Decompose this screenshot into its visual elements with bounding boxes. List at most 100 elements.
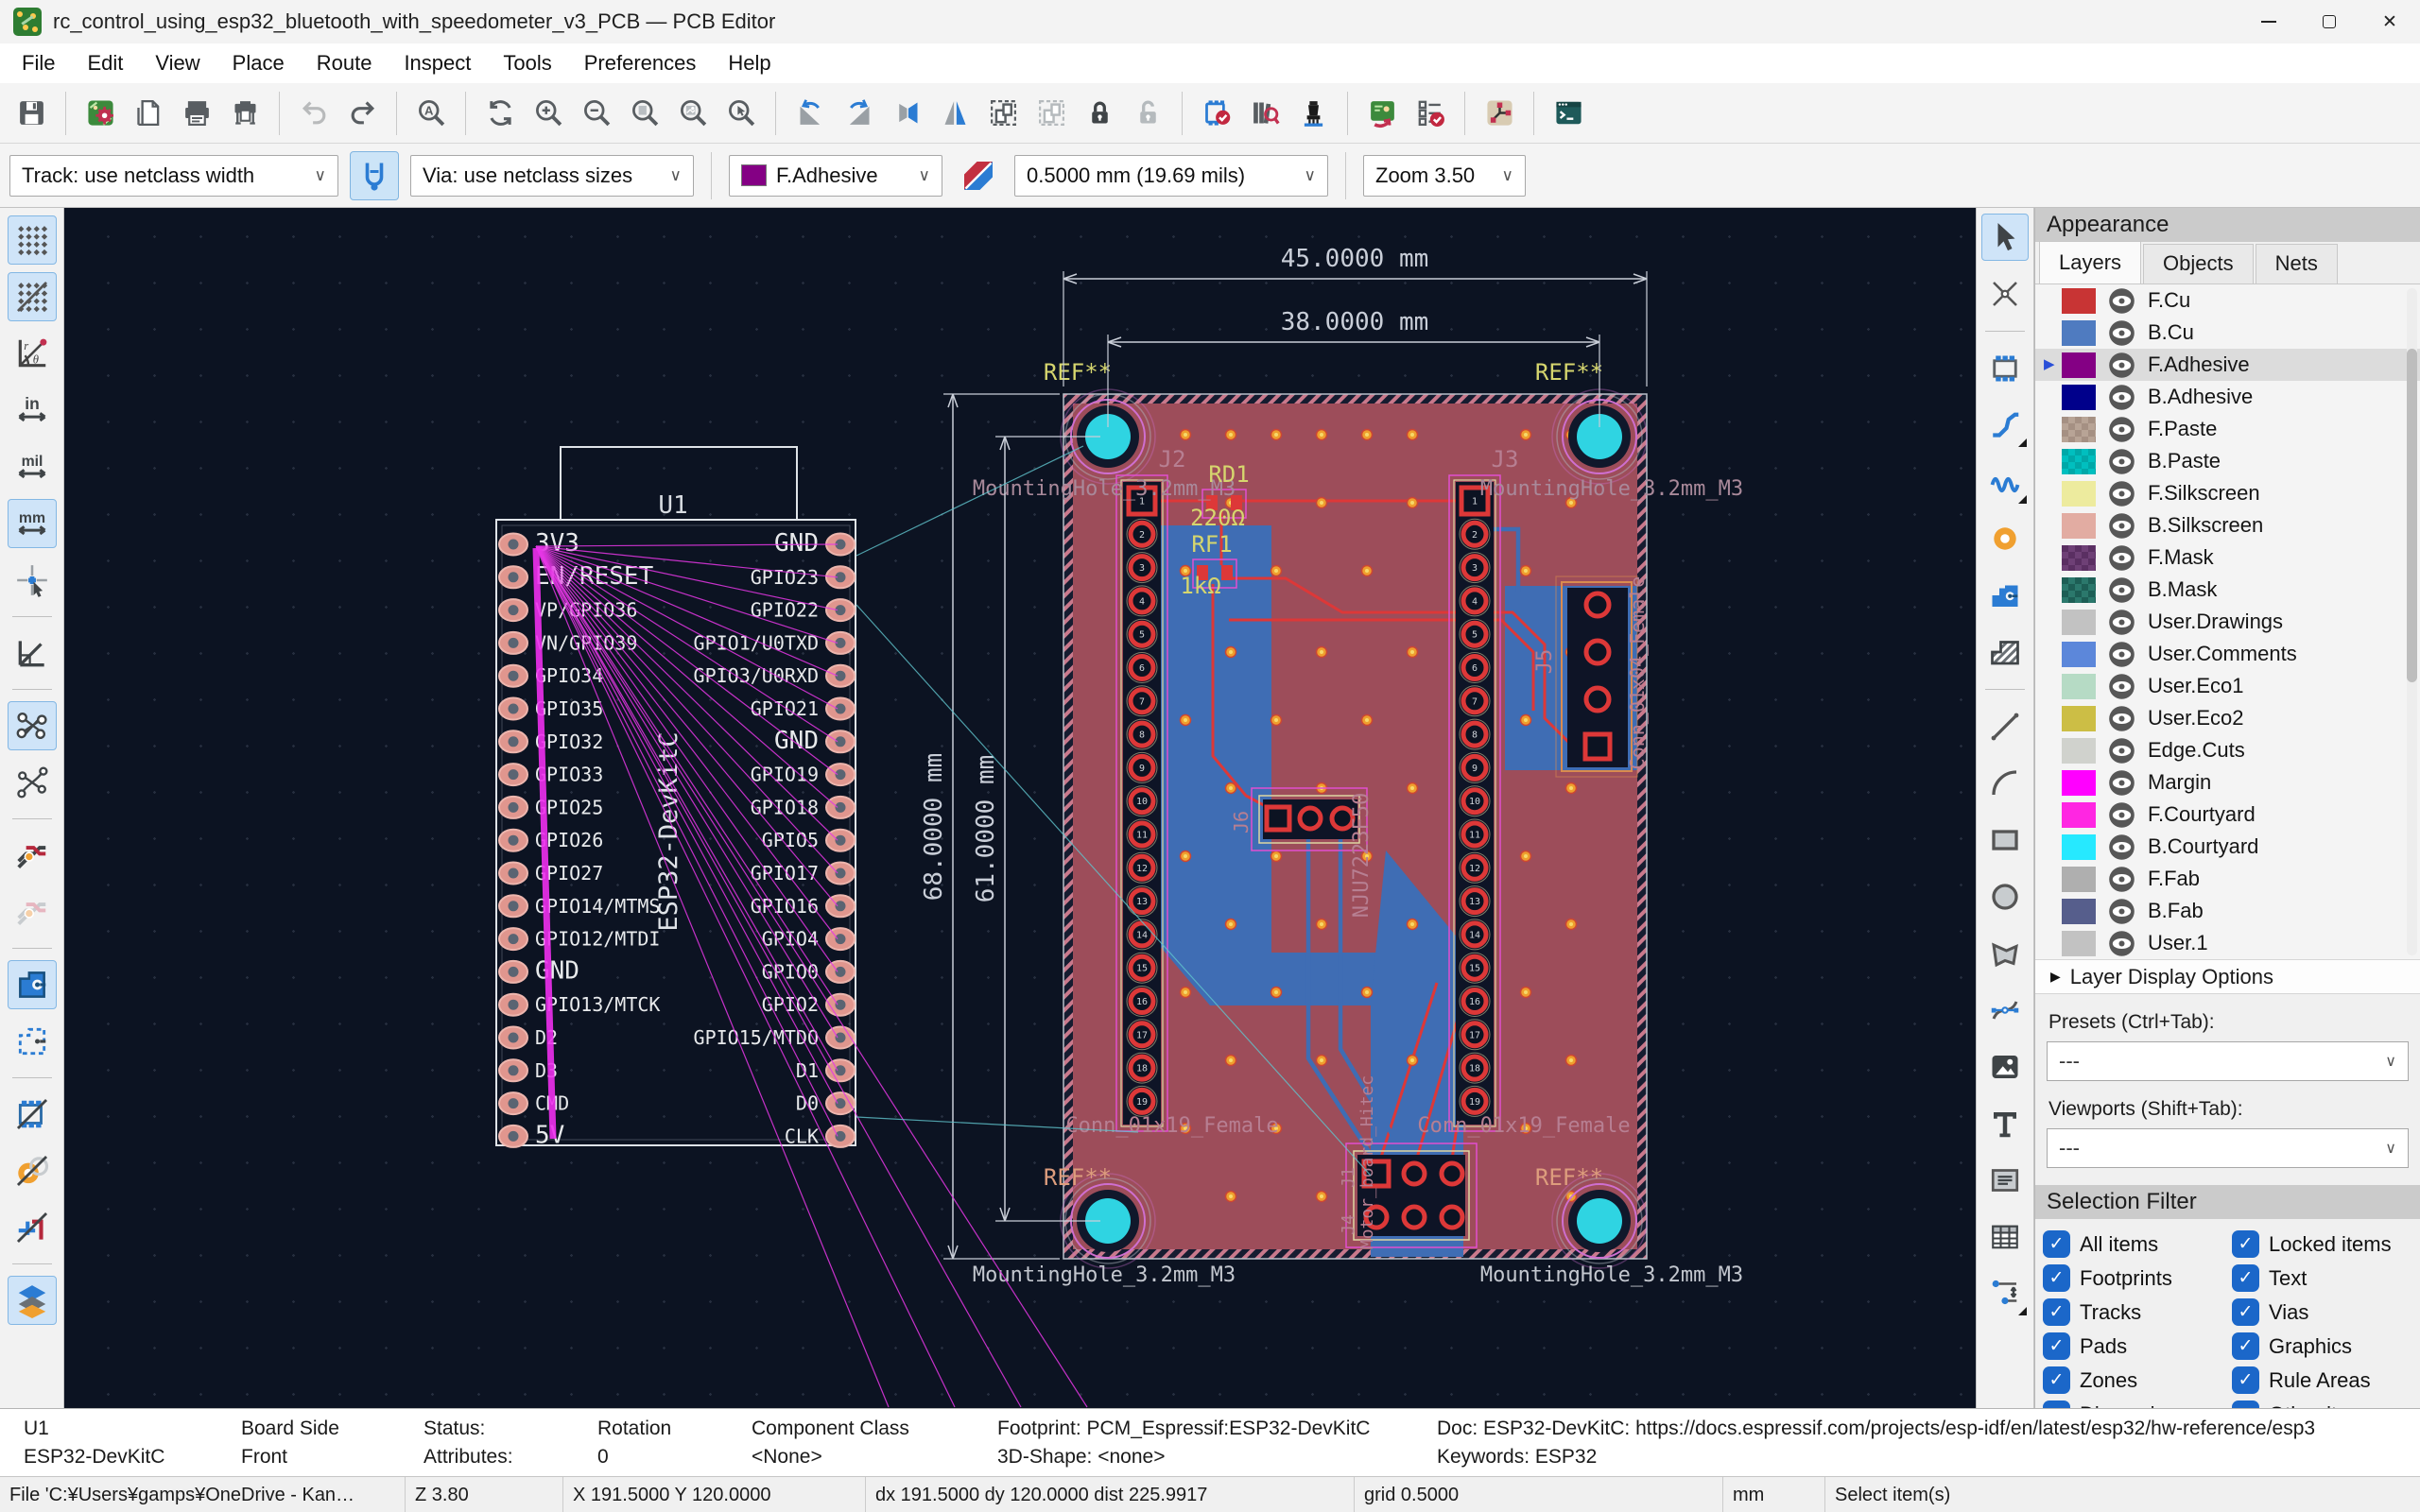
layer-visibility-toggle[interactable] xyxy=(2108,448,2135,475)
zoom-selection-button[interactable] xyxy=(719,92,763,135)
layer-row-user-comments[interactable]: User.Comments xyxy=(2035,638,2420,670)
add-via-button[interactable] xyxy=(1981,515,2029,562)
via[interactable] xyxy=(1224,428,1237,441)
print-button[interactable] xyxy=(175,92,218,135)
layer-color-swatch[interactable] xyxy=(2062,898,2096,924)
layer-visibility-toggle[interactable] xyxy=(2108,480,2135,507)
layer-row-b-courtyard[interactable]: B.Courtyard xyxy=(2035,831,2420,863)
drc-button[interactable] xyxy=(1409,92,1452,135)
sketch-tracks-button[interactable] xyxy=(8,1203,57,1252)
via[interactable] xyxy=(1270,428,1283,441)
add-zone-button[interactable] xyxy=(1981,572,2029,619)
filter-rule-areas[interactable]: ✓ Rule Areas xyxy=(2232,1366,2420,1394)
layer-row-f-paste[interactable]: F.Paste xyxy=(2035,413,2420,445)
layer-visibility-toggle[interactable] xyxy=(2108,609,2135,636)
layer-visibility-toggle[interactable] xyxy=(2108,769,2135,797)
via[interactable] xyxy=(1519,564,1532,577)
viewports-dropdown[interactable]: --- ∨ xyxy=(2047,1128,2409,1168)
layer-color-swatch[interactable] xyxy=(2062,769,2096,796)
zoom-in-button[interactable] xyxy=(527,92,570,135)
layer-row-margin[interactable]: Margin xyxy=(2035,766,2420,799)
layer-color-swatch[interactable] xyxy=(2062,416,2096,442)
pcb-canvas[interactable]: 1 2 3 4 5 6 7 8 9 10 11 12 13 14 15 16 17 18 19 1 2 3 4 5 6 7 8 9 10… xyxy=(64,208,1976,1408)
layer-color-swatch[interactable] xyxy=(2062,833,2096,860)
pcb-board[interactable]: 1234567891011121314151617181912345678910… xyxy=(973,359,1743,1287)
layer-display-options[interactable]: ▶ Layer Display Options xyxy=(2035,959,2420,994)
show-ratsnest-button[interactable] xyxy=(7,701,57,750)
find-button[interactable]: A xyxy=(409,92,453,135)
via[interactable] xyxy=(1270,713,1283,727)
flip-horizontal-button[interactable] xyxy=(885,92,928,135)
layer-pair-button[interactable] xyxy=(954,151,1003,200)
layer-visibility-toggle[interactable] xyxy=(2108,866,2135,893)
via[interactable] xyxy=(1315,1190,1328,1203)
layer-color-swatch[interactable] xyxy=(2062,576,2096,603)
library-browser-button[interactable] xyxy=(1243,92,1287,135)
layer-visibility-toggle[interactable] xyxy=(2108,801,2135,829)
via[interactable] xyxy=(1519,986,1532,999)
lock-button[interactable] xyxy=(1078,92,1121,135)
units-mm-button[interactable]: mm xyxy=(7,499,57,548)
layer-color-swatch[interactable] xyxy=(2062,319,2096,346)
via[interactable] xyxy=(1564,918,1578,931)
undo-button[interactable] xyxy=(292,92,336,135)
layer-color-swatch[interactable] xyxy=(2062,609,2096,635)
menu-route[interactable]: Route xyxy=(301,43,389,83)
via[interactable] xyxy=(1315,1054,1328,1067)
menu-edit[interactable]: Edit xyxy=(71,43,139,83)
add-rule-area-button[interactable] xyxy=(1981,628,2029,676)
layer-color-swatch[interactable] xyxy=(2062,287,2096,314)
via[interactable] xyxy=(1224,1054,1237,1067)
via[interactable] xyxy=(1564,782,1578,795)
menu-help[interactable]: Help xyxy=(712,43,786,83)
rotate-ccw-button[interactable] xyxy=(788,92,832,135)
via[interactable] xyxy=(1270,564,1283,577)
plot-button[interactable] xyxy=(223,92,267,135)
draw-circle-button[interactable] xyxy=(1981,873,2029,920)
layer-visibility-toggle[interactable] xyxy=(2108,833,2135,861)
page-settings-button[interactable] xyxy=(127,92,170,135)
footprint-checker-button[interactable] xyxy=(1195,92,1238,135)
layer-row-f-mask[interactable]: F.Mask xyxy=(2035,541,2420,574)
layer-color-swatch[interactable] xyxy=(2062,866,2096,892)
checkbox-checked-icon[interactable]: ✓ xyxy=(2232,1230,2259,1258)
refresh-button[interactable] xyxy=(478,92,522,135)
via[interactable] xyxy=(1519,428,1532,441)
filter-graphics[interactable]: ✓ Graphics xyxy=(2232,1332,2420,1360)
via-size-combo[interactable]: Via: use netclass sizes ∨ xyxy=(410,154,694,197)
pcb-drawing[interactable]: 1234567891011121314151617181912345678910… xyxy=(64,208,1976,1408)
curved-ratsnest-button[interactable] xyxy=(8,758,57,807)
filter-locked-items[interactable]: ✓ Locked items xyxy=(2232,1230,2420,1258)
add-image-button[interactable] xyxy=(1981,1043,2029,1091)
draw-polygon-button[interactable] xyxy=(1981,930,2029,977)
layer-color-swatch[interactable] xyxy=(2062,512,2096,539)
via[interactable] xyxy=(1315,428,1328,441)
checkbox-checked-icon[interactable]: ✓ xyxy=(2043,1298,2070,1326)
sketch-pads-button[interactable] xyxy=(8,1146,57,1195)
add-textbox-button[interactable] xyxy=(1981,1157,2029,1204)
via[interactable] xyxy=(1179,428,1192,441)
filter-vias[interactable]: ✓ Vias xyxy=(2232,1298,2420,1326)
unlock-button[interactable] xyxy=(1126,92,1169,135)
checkbox-checked-icon[interactable]: ✓ xyxy=(2232,1366,2259,1394)
zoom-fit-objects-button[interactable] xyxy=(671,92,715,135)
layer-visibility-toggle[interactable] xyxy=(2108,576,2135,604)
checkbox-checked-icon[interactable]: ✓ xyxy=(2232,1264,2259,1292)
tune-length-button[interactable] xyxy=(1981,458,2029,506)
menu-place[interactable]: Place xyxy=(216,43,301,83)
layer-color-swatch[interactable] xyxy=(2062,544,2096,571)
high-contrast-mode-button[interactable] xyxy=(7,1276,57,1325)
add-table-button[interactable] xyxy=(1981,1213,2029,1261)
layer-row-user-eco2[interactable]: User.Eco2 xyxy=(2035,702,2420,734)
via[interactable] xyxy=(1519,713,1532,727)
close-button[interactable]: ✕ xyxy=(2360,0,2420,43)
via[interactable] xyxy=(1406,496,1419,509)
filter-text[interactable]: ✓ Text xyxy=(2232,1264,2420,1292)
layer-visibility-toggle[interactable] xyxy=(2108,319,2135,347)
via[interactable] xyxy=(1360,986,1374,999)
local-ratsnest-button[interactable] xyxy=(1981,270,2029,318)
layer-visibility-toggle[interactable] xyxy=(2108,641,2135,668)
via[interactable] xyxy=(1406,782,1419,795)
add-dimension-button[interactable] xyxy=(1981,1270,2029,1317)
via[interactable] xyxy=(1406,645,1419,659)
